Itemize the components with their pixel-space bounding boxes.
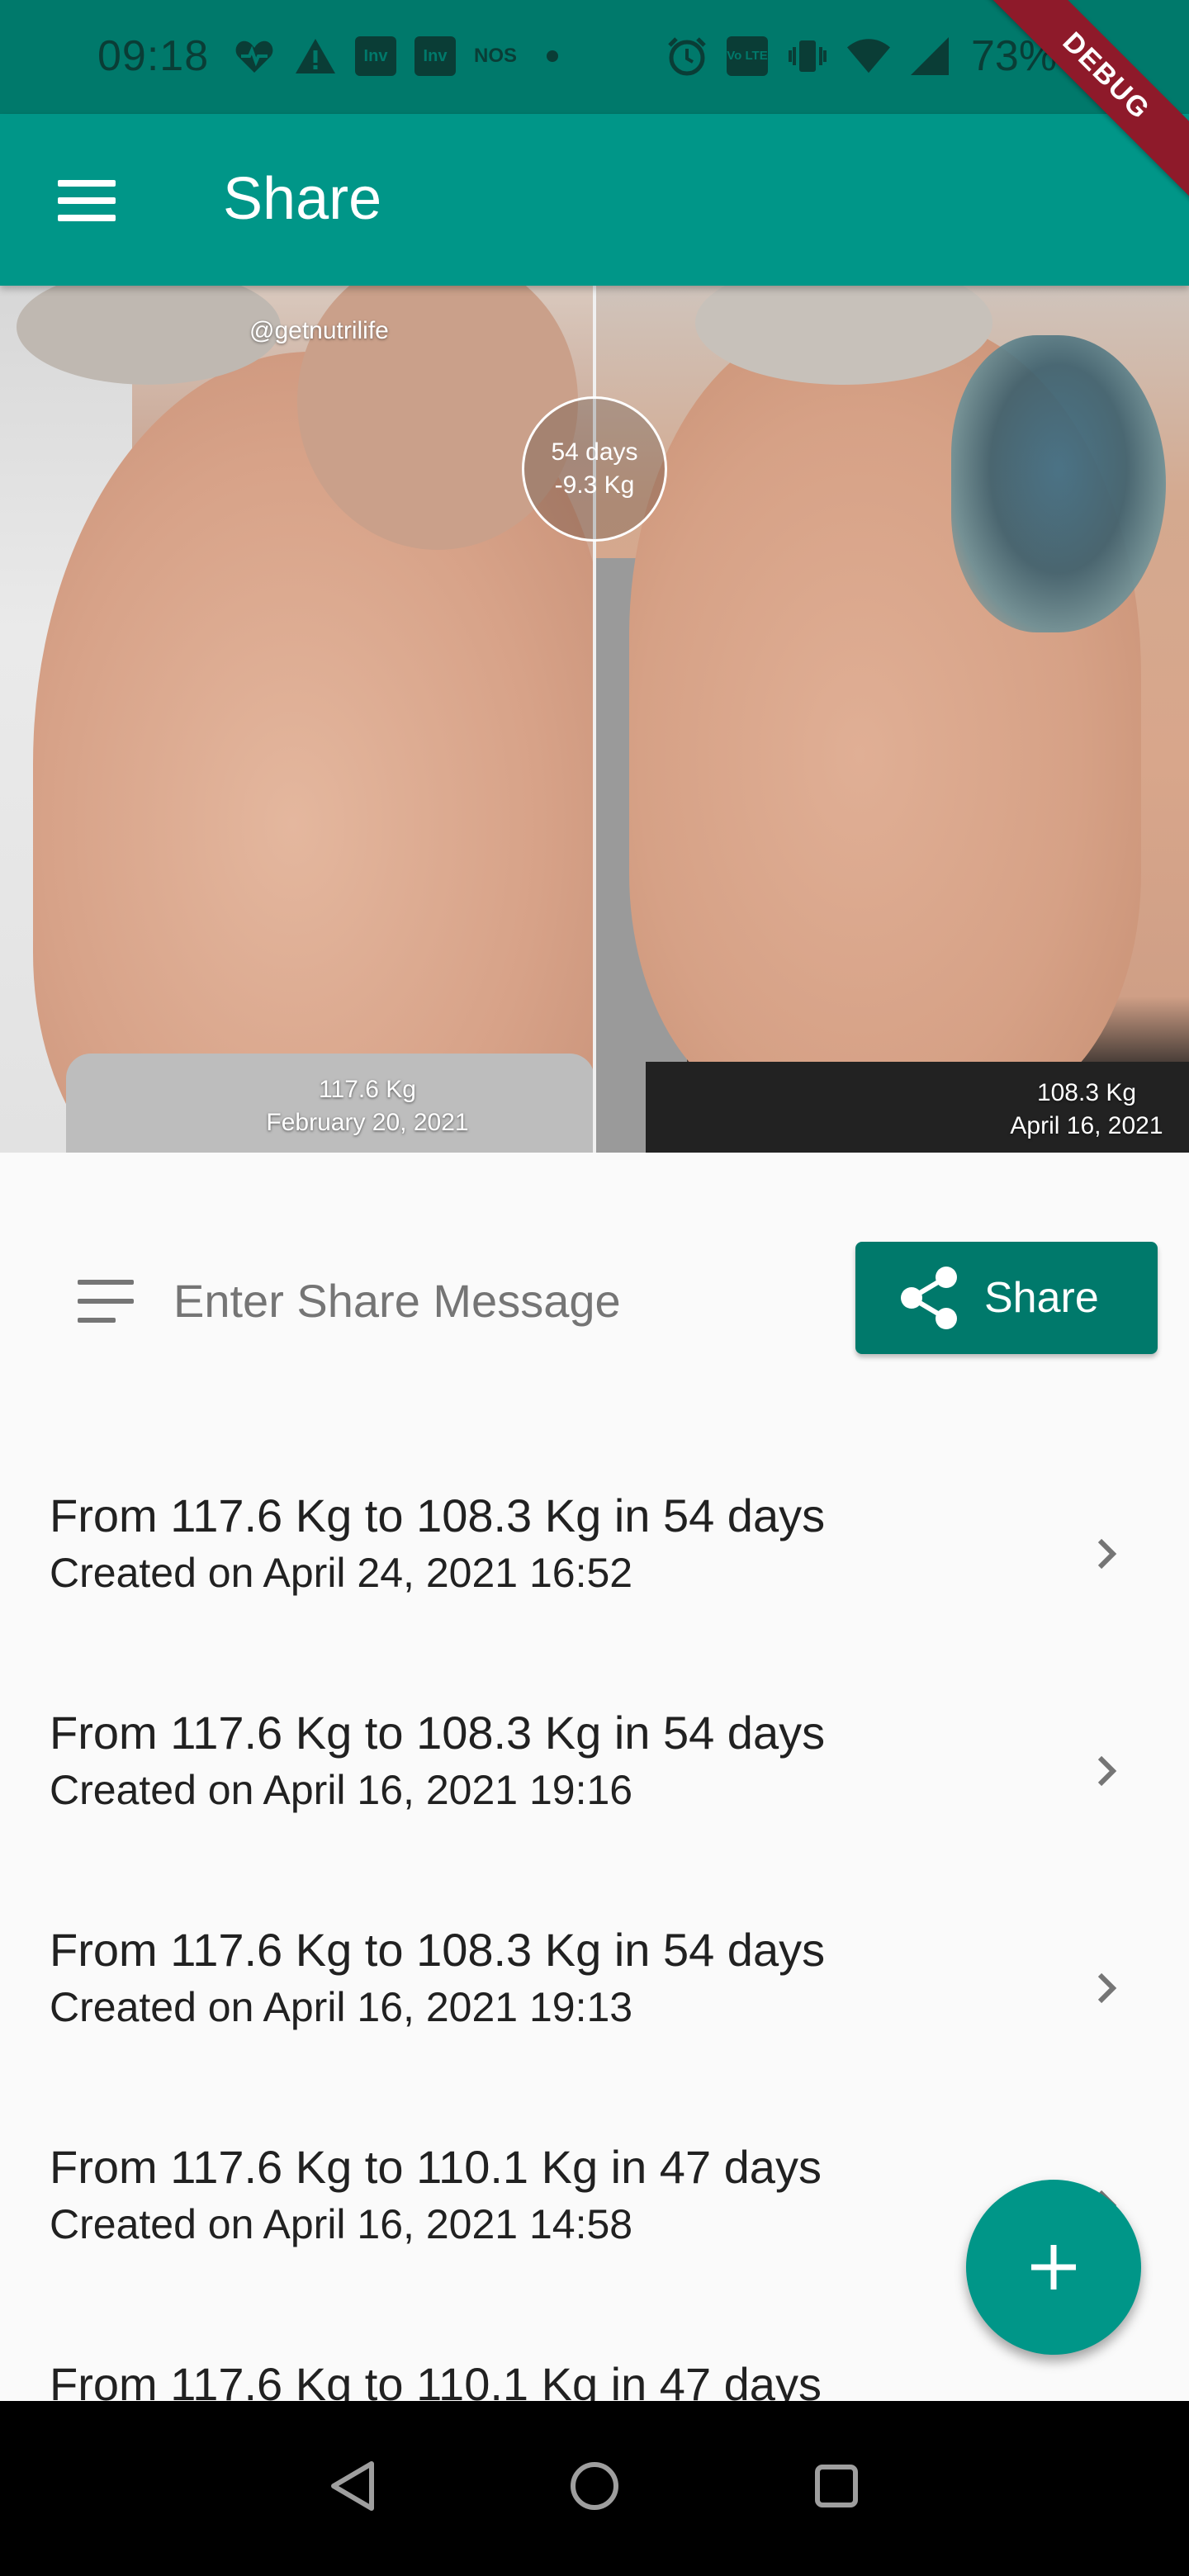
before-date: February 20, 2021 [266, 1109, 469, 1136]
warning-icon [294, 35, 337, 78]
wifi-icon [847, 35, 890, 78]
share-title: From 117.6 Kg to 108.3 Kg in 54 days [50, 1489, 826, 1541]
inv-app-icon: Inv [414, 36, 456, 76]
badge-days: 54 days [551, 438, 638, 466]
volte-icon: Vo LTE [727, 36, 768, 76]
after-date: April 16, 2021 [1010, 1112, 1163, 1139]
shares-list: From 117.6 Kg to 108.3 Kg in 54 days Cre… [0, 1453, 1189, 2539]
share-created: Created on April 24, 2021 16:52 [50, 1550, 633, 1596]
signal-icon [908, 35, 951, 78]
before-photo [0, 286, 593, 1153]
page-title: Share [223, 166, 382, 232]
after-photo [596, 286, 1189, 1153]
share-button-label: Share [984, 1274, 1099, 1322]
share-icon [901, 1267, 957, 1329]
status-bar: 09:18 Inv Inv NOS Vo LTE 73% DEBUG [0, 0, 1189, 224]
inv-app-icon: Inv [355, 36, 396, 76]
watermark: @getnutrilife [249, 317, 389, 344]
list-item[interactable]: From 117.6 Kg to 108.3 Kg in 54 days Cre… [0, 1670, 1189, 1887]
chevron-right-icon [1097, 1755, 1117, 1787]
back-icon[interactable] [315, 2449, 390, 2523]
before-caption: 117.6 Kg February 20, 2021 [248, 1073, 487, 1139]
system-navigation-bar [0, 2401, 1189, 2576]
chevron-right-icon [1097, 1972, 1117, 2004]
short-text-icon [78, 1280, 134, 1323]
home-icon[interactable] [557, 2449, 632, 2523]
share-button[interactable]: Share [855, 1242, 1158, 1354]
badge-weight-delta: -9.3 Kg [554, 471, 635, 499]
hamburger-menu-icon[interactable] [50, 172, 124, 230]
share-title: From 117.6 Kg to 108.3 Kg in 54 days [50, 1707, 826, 1759]
alarm-icon [666, 35, 708, 78]
recents-icon[interactable] [799, 2449, 874, 2523]
after-weight: 108.3 Kg [1036, 1079, 1137, 1106]
share-title: From 117.6 Kg to 108.3 Kg in 54 days [50, 1924, 826, 1976]
heart-rate-icon [233, 35, 276, 78]
nos-app-icon: NOS [474, 45, 518, 67]
share-message-row: Share [0, 1222, 1189, 1371]
system-icons: Vo LTE [666, 35, 951, 78]
add-icon [1031, 2245, 1076, 2290]
list-item[interactable]: From 117.6 Kg to 108.3 Kg in 54 days Cre… [0, 1887, 1189, 2105]
app-bar: Share [0, 114, 1189, 286]
after-caption: 108.3 Kg April 16, 2021 [988, 1077, 1186, 1143]
dot-icon [547, 50, 559, 62]
share-created: Created on April 16, 2021 19:13 [50, 1984, 633, 2030]
share-created: Created on April 16, 2021 19:16 [50, 1767, 633, 1813]
list-item[interactable]: From 117.6 Kg to 108.3 Kg in 54 days Cre… [0, 1453, 1189, 1670]
vibrate-icon [786, 35, 829, 78]
chevron-right-icon [1097, 1538, 1117, 1570]
status-time: 09:18 [97, 32, 210, 80]
notification-icons: Inv Inv NOS [233, 35, 570, 78]
add-share-button[interactable] [966, 2180, 1141, 2355]
progress-badge: 54 days -9.3 Kg [522, 396, 667, 542]
share-message-input[interactable] [173, 1263, 817, 1338]
before-weight: 117.6 Kg [319, 1076, 416, 1103]
